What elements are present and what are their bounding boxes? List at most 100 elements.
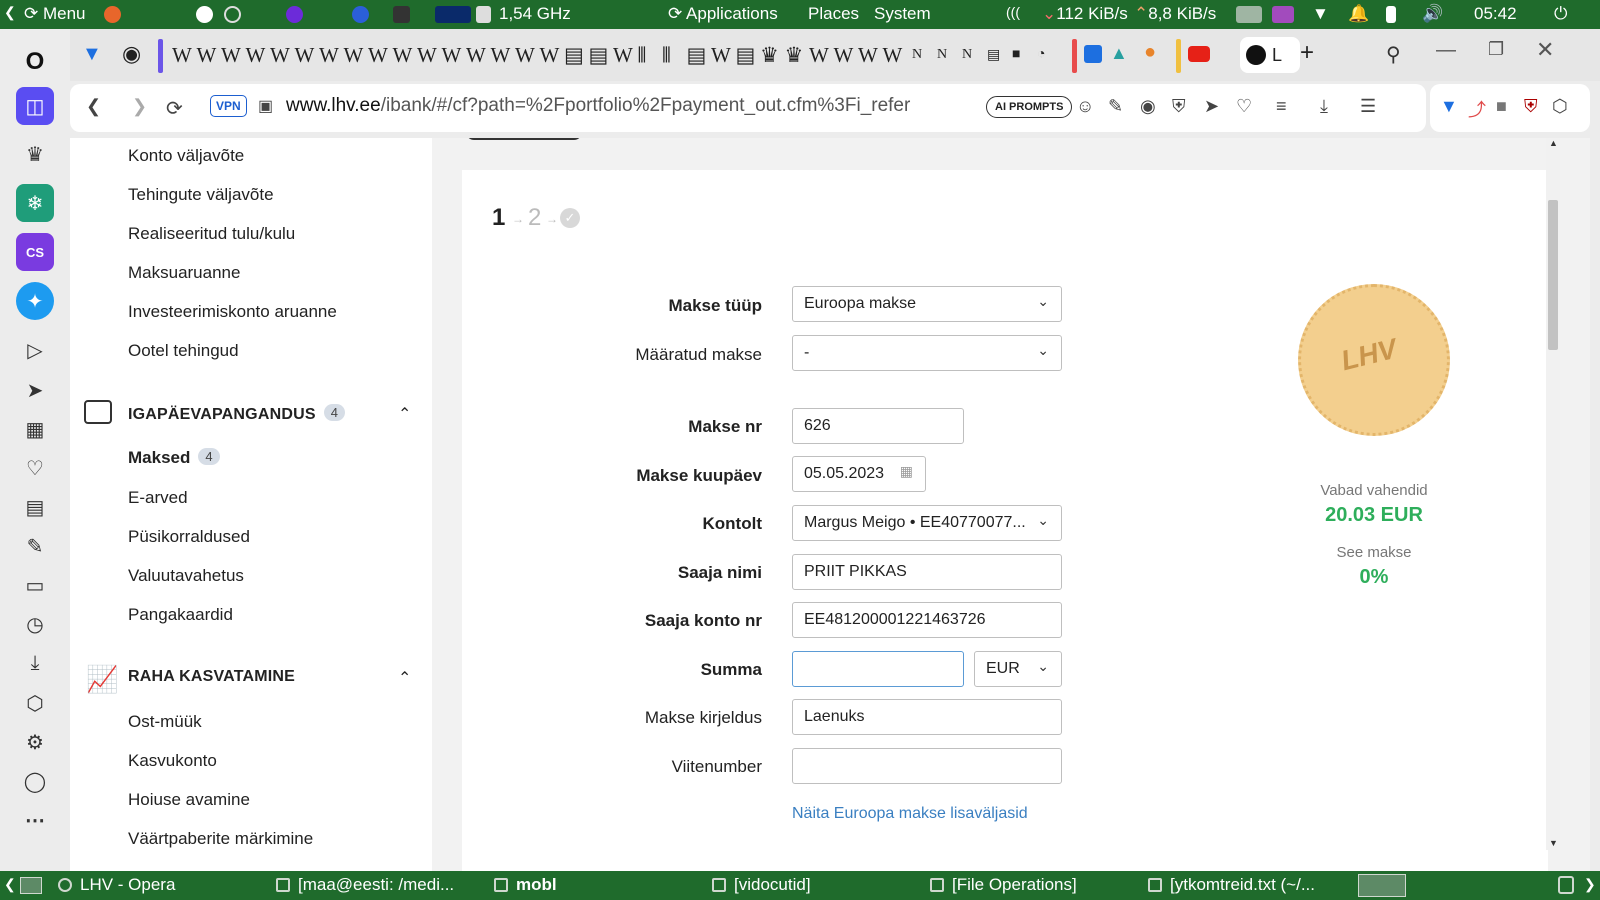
volume-icon[interactable]: 🔊 xyxy=(1422,4,1443,24)
workspaces-icon[interactable]: ▦ xyxy=(16,410,54,448)
tab-favicon-icon[interactable]: W xyxy=(613,43,633,68)
system-menu[interactable]: System xyxy=(874,4,931,24)
tab-icon[interactable] xyxy=(1084,45,1102,63)
extension-icon[interactable]: ▼ xyxy=(1440,96,1458,117)
new-tab-button[interactable]: + xyxy=(1300,39,1314,67)
forward-icon[interactable]: ❯ xyxy=(132,96,147,117)
calendar-icon[interactable]: ▦ xyxy=(900,463,913,480)
tab-favicon-icon[interactable]: ▤ xyxy=(589,43,609,68)
chevron-up-icon[interactable]: ⌃ xyxy=(398,404,411,424)
scroll-down-icon[interactable]: ▼ xyxy=(1549,838,1558,848)
menu-button[interactable]: ⟳ Menu xyxy=(24,4,86,24)
chatgpt-icon[interactable]: ❄ xyxy=(16,184,54,222)
tab-favicon-icon[interactable]: W xyxy=(172,43,192,68)
reader-icon[interactable]: ◫ xyxy=(16,87,54,125)
nav-item[interactable]: Valuutavahetus xyxy=(128,566,244,586)
opera-launcher-icon[interactable] xyxy=(352,6,369,23)
tab-favicon-icon[interactable]: W xyxy=(270,43,290,68)
scrollbar-thumb[interactable] xyxy=(1548,200,1558,350)
section-raha-kasvatamine[interactable]: RAHA KASVATAMINE xyxy=(128,668,295,686)
nav-item[interactable]: Püsikorraldused xyxy=(128,527,250,547)
viitenumber-input[interactable] xyxy=(792,748,1062,784)
tab-favicon-icon[interactable]: ▤ xyxy=(687,43,707,68)
send-page-icon[interactable]: ➤ xyxy=(1204,96,1219,117)
github-tab-icon[interactable]: ◉ xyxy=(122,41,141,67)
trash-icon[interactable] xyxy=(1558,876,1574,894)
tab-favicon-icon[interactable]: ▤ xyxy=(564,43,584,68)
makse-tuup-select[interactable]: Euroopa makse ⌄ xyxy=(792,286,1062,322)
download-icon[interactable]: ⤓ xyxy=(1320,96,1328,117)
pinned-tab-icon[interactable]: ▼ xyxy=(82,43,102,66)
tab-favicon-icon[interactable]: N xyxy=(912,47,922,63)
tab-favicon-icon[interactable]: W xyxy=(711,43,731,68)
tab-favicon-icon[interactable]: ♛ xyxy=(785,43,804,68)
nav-item[interactable]: Maksuaruanne xyxy=(128,263,240,283)
bookmark-heart-icon[interactable]: ♡ xyxy=(1236,96,1252,117)
show-desktop-icon[interactable] xyxy=(20,877,42,894)
tab-favicon-icon[interactable]: W xyxy=(197,43,217,68)
nav-item[interactable]: Väärtpaberite märkimine xyxy=(128,829,313,849)
saaja-konto-input[interactable]: EE481200001221463726 xyxy=(792,602,1062,638)
tab-favicon-icon[interactable]: W xyxy=(515,43,535,68)
back-icon[interactable]: ❮ xyxy=(86,96,101,117)
applications-menu[interactable]: ⟳ Applications xyxy=(668,4,778,24)
news-icon[interactable]: ▤ xyxy=(16,488,54,526)
show-extra-fields-link[interactable]: Näita Euroopa makse lisaväljasid xyxy=(792,805,1028,823)
kontolt-select[interactable]: Margus Meigo • EE40770077... ⌄ xyxy=(792,505,1062,541)
power-icon[interactable]: ⏻ xyxy=(1554,4,1567,24)
nav-item-maksed[interactable]: Maksed 4 xyxy=(128,448,220,468)
history-icon[interactable]: ◷ xyxy=(16,605,54,643)
reload-icon[interactable]: ⟳ xyxy=(166,96,183,121)
taskbar-right-arrow-icon[interactable]: ❯ xyxy=(1584,876,1596,893)
shield-icon[interactable]: ⛨ xyxy=(1172,96,1186,117)
scroll-up-icon[interactable]: ▲ xyxy=(1549,138,1558,148)
tab-favicon-icon[interactable]: W xyxy=(858,43,878,68)
heart-icon[interactable]: ♡ xyxy=(16,449,54,487)
emoji-icon[interactable]: ☺ xyxy=(1076,96,1094,117)
tab-favicon-icon[interactable]: W xyxy=(834,43,854,68)
youtube-tab-icon[interactable] xyxy=(1188,46,1210,62)
nav-item[interactable]: Pangakaardid xyxy=(128,605,233,625)
workspace-switcher-icon[interactable] xyxy=(1236,6,1262,23)
edit-icon[interactable]: ✎ xyxy=(16,527,54,565)
tab-favicon-icon[interactable]: W xyxy=(883,43,903,68)
taskbar-left-arrow-icon[interactable]: ❮ xyxy=(4,876,16,893)
clock[interactable]: 05:42 xyxy=(1474,4,1517,24)
ai-prompts-button[interactable]: AI PROMPTS xyxy=(986,96,1073,118)
settings-app-icon[interactable] xyxy=(224,6,241,23)
battery-saver-icon[interactable]: ≡ xyxy=(1276,96,1287,117)
tab-favicon-icon[interactable]: ▤ xyxy=(736,43,756,68)
kirjeldus-input[interactable]: Laenuks xyxy=(792,699,1062,735)
currency-select[interactable]: EUR ⌄ xyxy=(974,651,1062,687)
extension-icon[interactable]: ⤴ xyxy=(1468,96,1486,122)
top-tab-active[interactable] xyxy=(466,138,582,140)
minimize-button[interactable]: — xyxy=(1436,39,1456,62)
more-options-icon[interactable]: ⋯ xyxy=(16,801,54,839)
opera-logo-icon[interactable]: O xyxy=(16,43,54,81)
url-field[interactable]: www.lhv.ee/ibank/#/cf?path=%2Fportfolio%… xyxy=(286,95,962,117)
settings-gear-icon[interactable]: ⚙ xyxy=(16,723,54,761)
extensions-cube-icon[interactable]: ⬡ xyxy=(16,684,54,722)
lightbulb-icon[interactable]: ◯ xyxy=(16,762,54,800)
tab-favicon-icon[interactable]: W xyxy=(319,43,339,68)
tab-favicon-icon[interactable]: W xyxy=(295,43,315,68)
tab-favicon-icon[interactable]: W xyxy=(809,43,829,68)
task-vidocutid[interactable]: [vidocutid] xyxy=(712,875,811,895)
tab-favicon-icon[interactable]: W xyxy=(368,43,388,68)
task-file-operations[interactable]: [File Operations] xyxy=(930,875,1077,895)
nav-item[interactable]: Realiseeritud tulu/kulu xyxy=(128,224,295,244)
tab-favicon-icon[interactable]: W xyxy=(491,43,511,68)
easy-setup-icon[interactable]: ☰ xyxy=(1360,96,1376,117)
edit-page-icon[interactable]: ✎ xyxy=(1108,96,1123,117)
nav-item[interactable]: Hoiuse avamine xyxy=(128,790,250,810)
tab-favicon-icon[interactable]: W xyxy=(344,43,364,68)
makse-kuupaev-input[interactable]: 05.05.2023 ▦ xyxy=(792,456,926,492)
nav-item[interactable]: Kasvukonto xyxy=(128,751,217,771)
inkscape-icon[interactable] xyxy=(196,6,213,23)
chevron-up-icon[interactable]: ⌃ xyxy=(398,668,411,688)
terminal-launcher-icon[interactable] xyxy=(393,6,410,23)
tab-favicon-icon[interactable]: W xyxy=(246,43,266,68)
close-window-button[interactable]: ✕ xyxy=(1536,37,1554,63)
puzzle-icon[interactable]: ■ xyxy=(1496,96,1507,117)
tabs-icon[interactable]: ▭ xyxy=(16,566,54,604)
